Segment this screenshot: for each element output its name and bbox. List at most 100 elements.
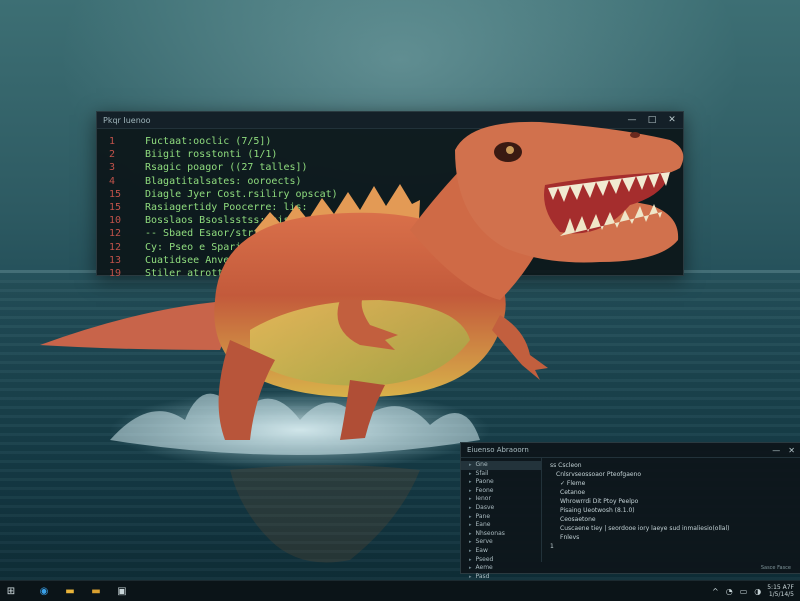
line-code: Cy: Pseo e Sparias: [145, 241, 260, 253]
sidebar-item-label: Dasve [475, 503, 495, 511]
code-window-titlebar[interactable]: Pkqr Iuenoo — □ ✕ [97, 112, 683, 129]
list-item[interactable]: Cetanoe [550, 488, 800, 497]
explorer-titlebar[interactable]: Eiuenso Abraoorn — ✕ [461, 443, 800, 458]
taskbar-app-folder-icon[interactable]: ▬ [86, 583, 106, 599]
main-pane-rows: Cnlsrvseossoaor Pteofgaeno ✓ Fleme Cetanoe… [550, 470, 800, 551]
sidebar-item-label: Nhseonas [475, 529, 505, 537]
sidebar-item-label: Serve [475, 538, 493, 546]
tray-icon[interactable]: ◔ [726, 587, 733, 596]
line-code: Biigit rosstonti (1/1) [145, 149, 278, 161]
code-body[interactable]: 1 Fuctaat:ooclic (7/5]) 2 Biigit rosstonti … [97, 129, 683, 280]
line-number: 3 [109, 162, 116, 174]
main-pane-header: ss Cscleon [550, 462, 582, 469]
code-line[interactable]: 15 Rasiagertidy Poocerre: lis: [109, 201, 683, 214]
list-item[interactable]: Fnlevs [550, 533, 800, 542]
minimize-button[interactable]: — [627, 115, 637, 125]
sidebar-item[interactable]: ▸ Aeme [469, 564, 541, 573]
tray-icon[interactable]: ▭ [740, 587, 748, 596]
file-explorer-window[interactable]: Eiuenso Abraoorn — ✕ ▸ Gne ▸ Sfail ▸ Paone ▸ Fe… [460, 442, 800, 580]
chevron-right-icon: ▸ [469, 539, 472, 546]
start-button[interactable]: ⊞ [0, 581, 22, 601]
code-line[interactable]: 19 Stiler atrottom [109, 267, 683, 280]
code-line[interactable]: 12 -- Sbaed Esaor/strtile [109, 227, 683, 240]
taskbar-app-browser-icon[interactable]: ◉ [34, 583, 54, 599]
sidebar-item-label: Ienor [475, 495, 491, 503]
sidebar-item[interactable]: ▸ Pseed [469, 556, 541, 565]
chevron-right-icon: ▸ [469, 513, 472, 520]
explorer-minimize-button[interactable]: — [772, 446, 780, 455]
sidebar-item[interactable]: ▸ Dasve [469, 504, 541, 513]
taskbar-clock[interactable]: 5:15 A7F 1/5/14/5 [767, 584, 794, 598]
code-line[interactable]: 3 Rsagic poagor ((27 talles]) [109, 161, 683, 174]
list-item[interactable]: Ceosaetone [550, 515, 800, 524]
chevron-right-icon: ▸ [469, 504, 472, 511]
sidebar-item[interactable]: ▸ Paone [469, 478, 541, 487]
list-item[interactable]: ✓ Fleme [550, 479, 800, 488]
chevron-right-icon: ▸ [469, 556, 472, 563]
explorer-status: Sasce Fasce [760, 565, 791, 571]
sidebar-item[interactable]: ▸ Eaw [469, 547, 541, 556]
chevron-right-icon: ▸ [469, 547, 472, 554]
sidebar-item[interactable]: ▸ Nhseonas [469, 530, 541, 539]
line-code: Rsagic poagor ((27 talles]) [145, 162, 308, 174]
explorer-controls: — ✕ [772, 446, 795, 455]
sidebar-item[interactable]: ▸ Gne [461, 461, 541, 470]
sidebar-item[interactable]: ▸ Sfail [469, 470, 541, 479]
tray-icon[interactable]: ◑ [754, 587, 761, 596]
clock-date: 1/5/14/5 [768, 591, 794, 598]
sidebar-item-label: Pseed [475, 555, 494, 563]
taskbar-apps: ◉ ▬ ▬ ▣ [34, 583, 132, 599]
line-code: Blagatitalsates: ooroects) [145, 175, 302, 187]
line-number: 13 [109, 254, 122, 266]
sidebar-item-label: Pane [475, 512, 491, 520]
sidebar-item[interactable]: ▸ Serve [469, 538, 541, 547]
close-button[interactable]: ✕ [667, 115, 677, 125]
sidebar-item[interactable]: ▸ Ienor [469, 495, 541, 504]
chevron-right-icon: ▸ [469, 470, 472, 477]
line-code: Fuctaat:ooclic (7/5]) [145, 136, 272, 147]
sidebar-item-label: Paone [475, 478, 494, 486]
tray-icon[interactable]: ^ [712, 587, 719, 596]
line-code: -- Sbaed Esaor/strtile [145, 228, 278, 240]
maximize-button[interactable]: □ [647, 115, 657, 125]
taskbar: ⊞ ◉ ▬ ▬ ▣ ^ ◔ ▭ ◑ 5:15 A7F 1/5/14/5 [0, 580, 800, 601]
line-number: 19 [109, 268, 122, 280]
sidebar-item[interactable]: ▸ Pane [469, 513, 541, 522]
explorer-sidebar: ▸ Gne ▸ Sfail ▸ Paone ▸ Feone ▸ Ienor ▸ Dasve ▸ Pane ▸… [461, 458, 542, 580]
chevron-right-icon: ▸ [469, 565, 472, 572]
explorer-close-button[interactable]: ✕ [788, 446, 795, 455]
code-line[interactable]: 15 Diagle Jyer Cost.rsiliry opscat) [109, 188, 683, 201]
line-number: 15 [109, 188, 122, 200]
list-item[interactable]: Cuscaene tiey | seordooe iory laeye sud … [550, 524, 800, 533]
taskbar-app-terminal-icon[interactable]: ▣ [112, 583, 132, 599]
line-number: 4 [109, 175, 116, 187]
list-item[interactable]: 1 [550, 542, 800, 551]
line-number: 1 [109, 136, 116, 147]
code-line[interactable]: 13 Cuatidsee Anverag [109, 254, 683, 267]
line-number: 12 [109, 241, 122, 253]
code-line[interactable]: 12 Cy: Pseo e Sparias: [109, 241, 683, 254]
code-line[interactable]: 4 Blagatitalsates: ooroects) [109, 175, 683, 188]
chevron-right-icon: ▸ [469, 479, 472, 486]
sidebar-item-label: Eane [475, 521, 491, 529]
sidebar-item[interactable]: ▸ Feone [469, 487, 541, 496]
taskbar-app-files-icon[interactable]: ▬ [60, 583, 80, 599]
list-item[interactable]: Pisaing Ueotwosh (8.1.0) [550, 506, 800, 515]
tray-icons: ^ ◔ ▭ ◑ [712, 587, 761, 596]
chevron-right-icon: ▸ [469, 462, 472, 468]
line-code: Stiler atrottom [145, 268, 236, 280]
code-line[interactable]: 1 Fuctaat:ooclic (7/5]) [109, 135, 683, 148]
line-number: 10 [109, 215, 122, 227]
code-line[interactable]: 2 Biigit rosstonti (1/1) [109, 148, 683, 161]
chevron-right-icon: ▸ [469, 487, 472, 494]
sidebar-item[interactable]: ▸ Eane [469, 521, 541, 530]
list-item[interactable]: Cnlsrvseossoaor Pteofgaeno [550, 470, 800, 479]
list-item[interactable]: Whrowrrdi Dit Ptoy Peelpo [550, 497, 800, 506]
code-line[interactable]: 10 Bosslaos Bsoslsstss:(sis:): [109, 214, 683, 227]
line-code: Rasiagertidy Poocerre: lis: [145, 202, 308, 214]
system-tray: ^ ◔ ▭ ◑ 5:15 A7F 1/5/14/5 [712, 584, 800, 598]
code-editor-window[interactable]: Pkqr Iuenoo — □ ✕ 1 Fuctaat:ooclic (7/5])… [96, 111, 684, 279]
code-window-controls: — □ ✕ [627, 115, 677, 125]
sidebar-item-label: Aeme [475, 564, 493, 572]
explorer-title: Eiuenso Abraoorn [467, 446, 529, 454]
